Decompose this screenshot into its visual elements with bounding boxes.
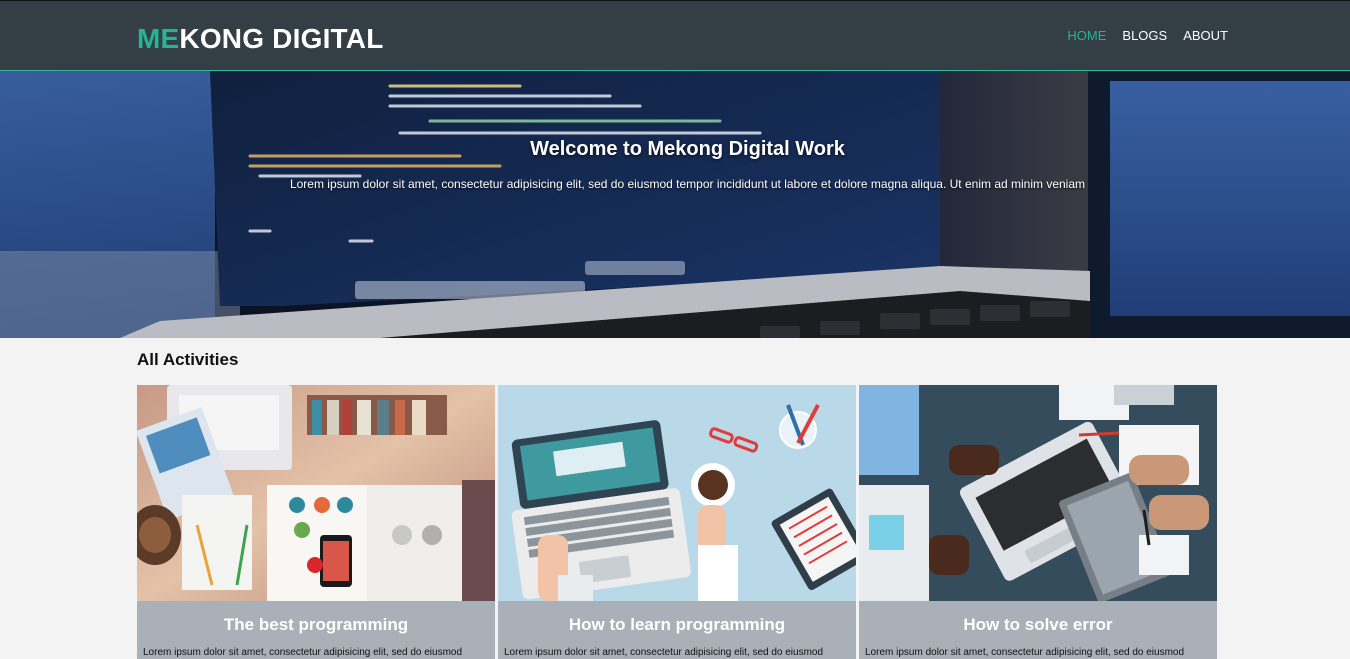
card-title[interactable]: The best programming <box>137 615 495 635</box>
hero-subtitle: Lorem ipsum dolor sit amet, consectetur … <box>289 177 1086 191</box>
nav-about-link[interactable]: ABOUT <box>1183 28 1228 44</box>
site-logo[interactable]: MEKONG DIGITAL <box>137 23 384 55</box>
logo-text: KONG DIGITAL <box>179 23 384 54</box>
card-image <box>859 385 1217 601</box>
logo-accent: ME <box>137 23 180 54</box>
card-title[interactable]: How to learn programming <box>498 615 856 635</box>
card-text: Lorem ipsum dolor sit amet, consectetur … <box>504 647 824 658</box>
card-text: Lorem ipsum dolor sit amet, consectetur … <box>143 647 463 658</box>
card-title[interactable]: How to solve error <box>859 615 1217 635</box>
activity-cards: The best programming Lorem ipsum dolor s… <box>137 385 1217 659</box>
hero-laptop-image <box>0 71 1350 338</box>
main-nav: HOME BLOGS ABOUT <box>1067 28 1228 44</box>
activity-card[interactable]: How to solve error Lorem ipsum dolor sit… <box>859 385 1217 659</box>
activity-card[interactable]: The best programming Lorem ipsum dolor s… <box>137 385 495 659</box>
activity-card[interactable]: How to learn programming Lorem ipsum dol… <box>498 385 856 659</box>
card-image <box>137 385 495 601</box>
site-header: MEKONG DIGITAL HOME BLOGS ABOUT <box>0 0 1350 71</box>
hero-banner: Welcome to Mekong Digital Work Lorem ips… <box>0 71 1350 338</box>
section-title: All Activities <box>137 350 239 369</box>
card-text: Lorem ipsum dolor sit amet, consectetur … <box>865 647 1185 658</box>
card-image <box>498 385 856 601</box>
hero-title: Welcome to Mekong Digital Work <box>530 138 845 160</box>
nav-home-link[interactable]: HOME <box>1067 28 1106 44</box>
nav-blogs-link[interactable]: BLOGS <box>1122 28 1167 44</box>
